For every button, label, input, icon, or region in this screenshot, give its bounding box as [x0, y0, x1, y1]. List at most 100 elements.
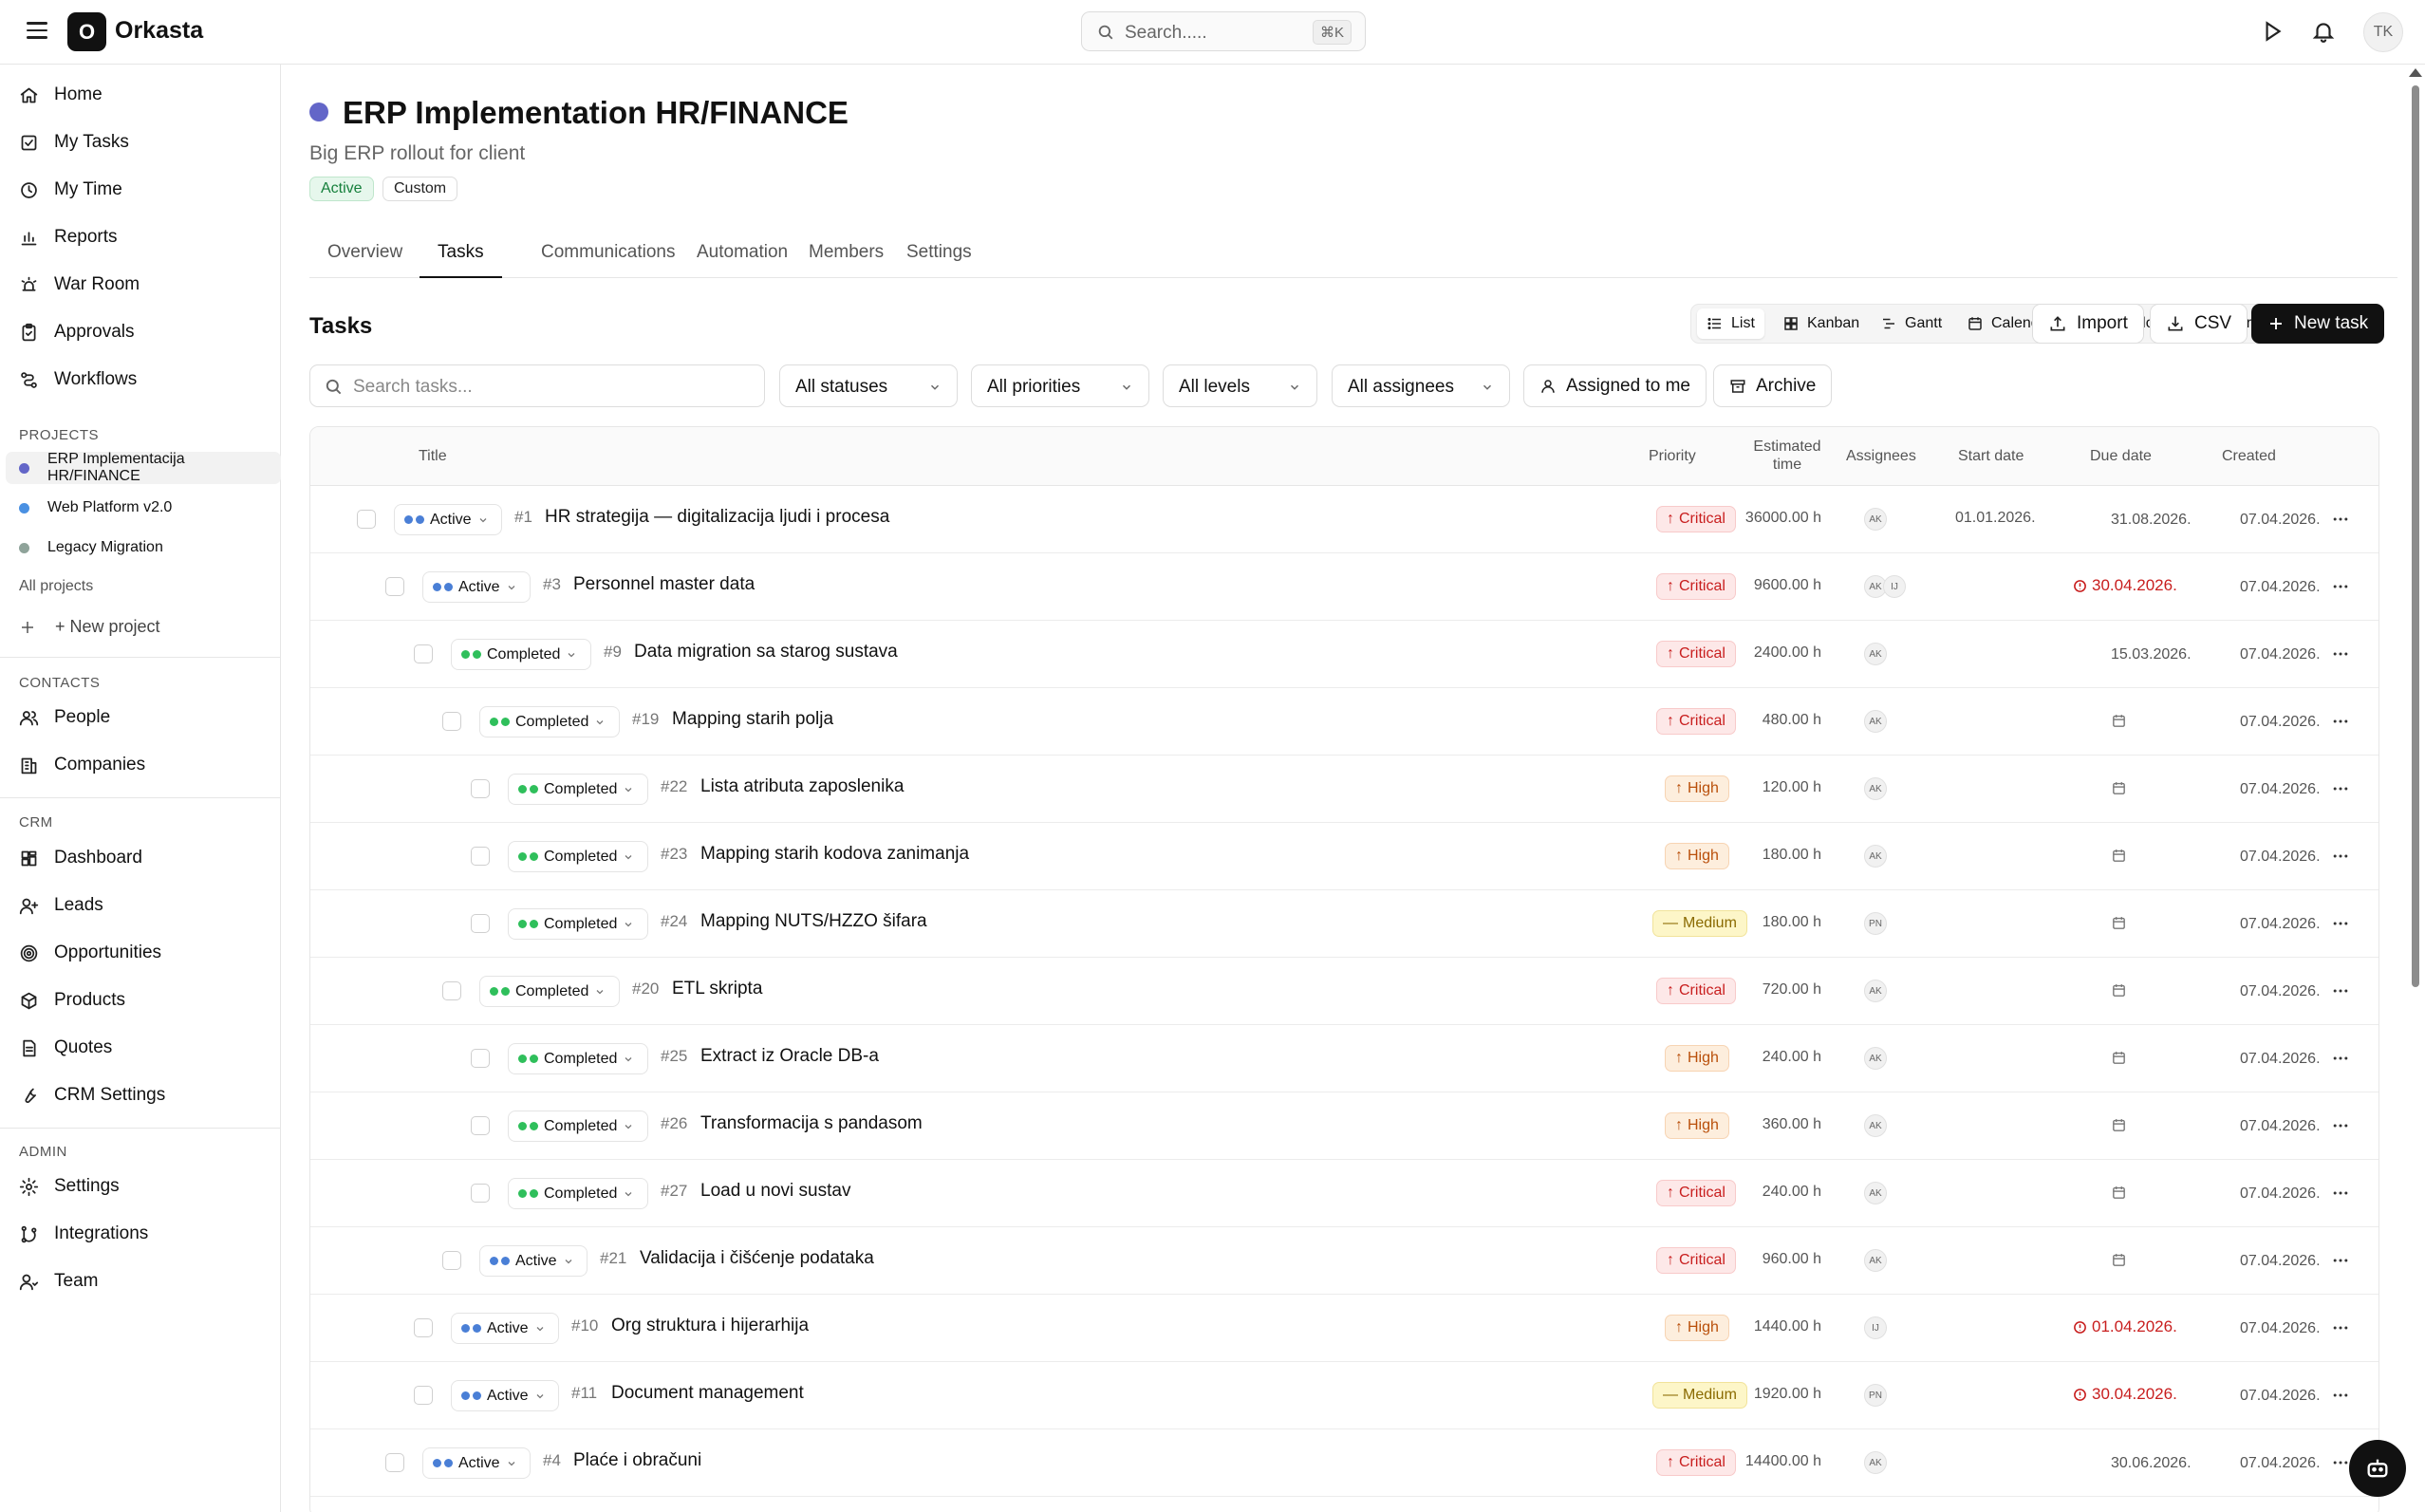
task-title[interactable]: Mapping starih polja: [672, 709, 833, 730]
sidebar-project-2[interactable]: Legacy Migration: [19, 532, 163, 564]
status-select[interactable]: Completed: [508, 1111, 648, 1142]
sidebar-item-approvals[interactable]: Approvals: [19, 313, 135, 351]
task-search-input[interactable]: Search tasks...: [309, 364, 765, 407]
header-priority[interactable]: Priority: [1649, 447, 1696, 465]
due-date[interactable]: 30.06.2026.: [2111, 1455, 2192, 1472]
calendar-icon[interactable]: [2111, 1117, 2127, 1133]
table-row[interactable]: Completed #23 Mapping starih kodova zani…: [310, 823, 2378, 890]
table-row[interactable]: Completed #25 Extract iz Oracle DB-a ↑ Hi…: [310, 1025, 2378, 1092]
more-icon[interactable]: [2331, 712, 2350, 731]
sidebar-item-quotes[interactable]: Quotes: [19, 1029, 112, 1067]
sidebar-item-integrations[interactable]: Integrations: [19, 1215, 148, 1253]
sidebar-item-my-tasks[interactable]: My Tasks: [19, 123, 129, 161]
task-title[interactable]: Mapping starih kodova zanimanja: [700, 844, 969, 865]
global-search[interactable]: Search..... ⌘K: [1081, 11, 1366, 51]
status-select[interactable]: Completed: [508, 774, 648, 805]
filter-priority-select[interactable]: All priorities: [971, 364, 1149, 407]
calendar-icon[interactable]: [2111, 982, 2127, 999]
table-row[interactable]: Completed #22 Lista atributa zaposlenika…: [310, 756, 2378, 823]
sidebar-item-products[interactable]: Products: [19, 981, 125, 1019]
row-checkbox[interactable]: [471, 847, 490, 866]
status-select[interactable]: Completed: [508, 841, 648, 872]
header-due-date[interactable]: Due date: [2090, 447, 2152, 465]
status-select[interactable]: Completed: [508, 1043, 648, 1074]
app-logo[interactable]: O: [67, 12, 106, 51]
scrollbar[interactable]: [2412, 85, 2419, 987]
task-title[interactable]: Plaće i obračuni: [573, 1450, 701, 1471]
sidebar-item-reports[interactable]: Reports: [19, 218, 118, 256]
row-checkbox[interactable]: [471, 1184, 490, 1203]
more-icon[interactable]: [2331, 1049, 2350, 1068]
sidebar-item-dashboard[interactable]: Dashboard: [19, 839, 142, 877]
start-date[interactable]: 01.01.2026.: [1955, 510, 2036, 527]
calendar-icon[interactable]: [2111, 713, 2127, 729]
sidebar-item-people[interactable]: People: [19, 699, 110, 737]
more-icon[interactable]: [2331, 644, 2350, 663]
status-select[interactable]: Completed: [451, 639, 591, 670]
table-row[interactable]: Active #10 Org struktura i hijerarhija ↑…: [310, 1295, 2378, 1362]
row-checkbox[interactable]: [442, 981, 461, 1000]
calendar-icon[interactable]: [2111, 915, 2127, 931]
row-checkbox[interactable]: [471, 1049, 490, 1068]
sidebar-item-companies[interactable]: Companies: [19, 746, 145, 784]
row-checkbox[interactable]: [471, 779, 490, 798]
tab-communications[interactable]: Communications: [523, 234, 694, 278]
filter-level-select[interactable]: All levels: [1163, 364, 1317, 407]
row-checkbox[interactable]: [471, 914, 490, 933]
status-select[interactable]: Active: [479, 1245, 588, 1277]
task-title[interactable]: Validacija i čišćenje podataka: [640, 1248, 874, 1269]
new-project-button[interactable]: + New project: [19, 617, 160, 637]
due-date[interactable]: 31.08.2026.: [2111, 512, 2192, 529]
assignee-avatar[interactable]: AK: [1864, 1182, 1887, 1204]
scroll-up-arrow[interactable]: [2409, 68, 2422, 77]
table-row[interactable]: Completed #9 Data migration sa starog su…: [310, 621, 2378, 688]
task-title[interactable]: Data migration sa starog sustava: [634, 642, 898, 663]
row-checkbox[interactable]: [414, 1318, 433, 1337]
table-row[interactable]: Active #1 HR strategija — digitalizacija…: [310, 486, 2378, 553]
task-title[interactable]: Transformacija s pandasom: [700, 1113, 923, 1134]
sidebar-item-war-room[interactable]: War Room: [19, 266, 140, 304]
calendar-icon[interactable]: [2111, 1252, 2127, 1268]
assignee-avatar[interactable]: IJ: [1864, 1316, 1887, 1339]
due-date-overdue[interactable]: 30.04.2026.: [2073, 576, 2177, 595]
table-row[interactable]: Completed #26 Transformacija s pandasom …: [310, 1092, 2378, 1160]
table-row[interactable]: Completed #27 Load u novi sustav ↑ Critic…: [310, 1160, 2378, 1227]
more-icon[interactable]: [2331, 1453, 2350, 1472]
due-date[interactable]: 15.03.2026.: [2111, 646, 2192, 663]
assignee-avatar[interactable]: AK: [1864, 710, 1887, 733]
row-checkbox[interactable]: [442, 712, 461, 731]
header-title[interactable]: Title: [419, 447, 447, 465]
tab-members[interactable]: Members: [791, 234, 902, 278]
view-kanban[interactable]: Kanban: [1773, 308, 1869, 339]
row-checkbox[interactable]: [414, 644, 433, 663]
task-title[interactable]: Lista atributa zaposlenika: [700, 776, 904, 797]
more-icon[interactable]: [2331, 914, 2350, 933]
all-projects-link[interactable]: All projects: [19, 578, 93, 595]
calendar-icon[interactable]: [2111, 1185, 2127, 1201]
sidebar-item-workflows[interactable]: Workflows: [19, 361, 137, 399]
more-icon[interactable]: [2331, 1116, 2350, 1135]
sidebar-item-opportunities[interactable]: Opportunities: [19, 934, 161, 972]
table-row[interactable]: Active #4 Plaće i obračuni ↑ Critical 144…: [310, 1429, 2378, 1497]
more-icon[interactable]: [2331, 1386, 2350, 1405]
menu-icon[interactable]: [27, 22, 47, 39]
archive-button[interactable]: Archive: [1713, 364, 1833, 407]
sidebar-item-home[interactable]: Home: [19, 76, 103, 114]
assistant-button[interactable]: [2349, 1440, 2406, 1497]
more-icon[interactable]: [2331, 577, 2350, 596]
tab-overview[interactable]: Overview: [309, 234, 420, 278]
row-checkbox[interactable]: [442, 1251, 461, 1270]
sidebar-item-crm-settings[interactable]: CRM Settings: [19, 1076, 165, 1114]
assignee-avatar[interactable]: PN: [1864, 1384, 1887, 1407]
tab-automation[interactable]: Automation: [679, 234, 806, 278]
calendar-icon[interactable]: [2111, 1050, 2127, 1066]
table-row[interactable]: Completed #24 Mapping NUTS/HZZO šifara —…: [310, 890, 2378, 958]
status-select[interactable]: Active: [422, 1447, 531, 1479]
table-row[interactable]: Completed #20 ETL skripta ↑ Critical 720.…: [310, 958, 2378, 1025]
sidebar-item-leads[interactable]: Leads: [19, 887, 103, 924]
more-icon[interactable]: [2331, 981, 2350, 1000]
assignee-avatar[interactable]: AK: [1864, 1451, 1887, 1474]
row-checkbox[interactable]: [357, 510, 376, 529]
task-title[interactable]: Personnel master data: [573, 574, 755, 595]
due-date-overdue[interactable]: 01.04.2026.: [2073, 1317, 2177, 1336]
